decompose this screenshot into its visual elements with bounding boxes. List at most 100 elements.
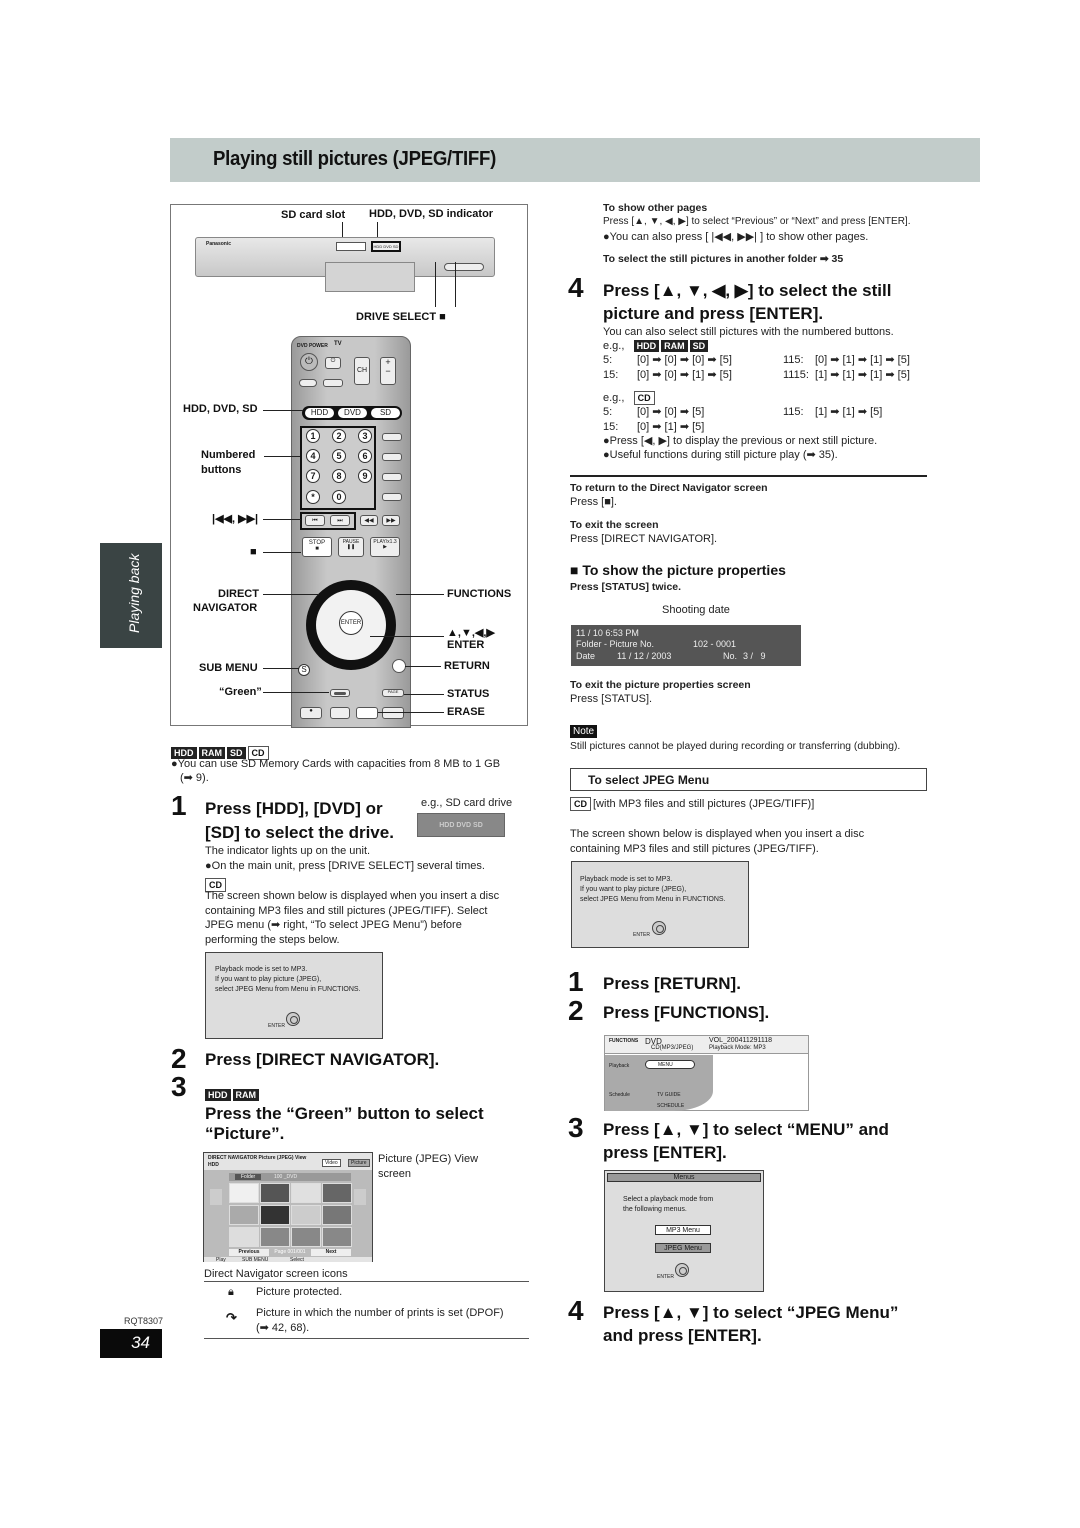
step-title: Press [▲, ▼] to select “JPEG Menu” bbox=[603, 1303, 899, 1322]
mp3-menu-option: MP3 Menu bbox=[655, 1225, 711, 1235]
leader-line bbox=[263, 519, 301, 520]
dpof-icon: ↷ bbox=[226, 1310, 237, 1325]
dn-caption: Picture (JPEG) View bbox=[378, 1153, 479, 1165]
enter-label: ENTER bbox=[657, 1274, 674, 1280]
page-number: 34 bbox=[100, 1329, 162, 1358]
remote-sd-button: SD bbox=[371, 408, 400, 418]
dn-folder-value: 100 _DVD bbox=[274, 1174, 298, 1180]
step-number: 4 bbox=[568, 272, 584, 303]
dn-previous-button: Previous bbox=[229, 1249, 269, 1256]
step-title: Press [RETURN]. bbox=[603, 974, 741, 993]
tag-cd: CD bbox=[570, 797, 591, 811]
thumbnail bbox=[260, 1183, 290, 1203]
label-enter: ENTER bbox=[447, 639, 485, 651]
sd-card-slot bbox=[336, 242, 366, 251]
leader-line bbox=[263, 552, 301, 553]
dn-play-hint: Play bbox=[216, 1257, 226, 1263]
label-direct: DIRECT bbox=[218, 588, 259, 600]
pause-button: PAUSE ❚❚ bbox=[338, 537, 364, 557]
jpeg-menu-heading: To select JPEG Menu bbox=[588, 773, 710, 787]
properties-time: 11 / 10 6:53 PM bbox=[576, 628, 639, 638]
example-value: [1] ➡ [1] ➡ [1] ➡ [5] bbox=[815, 369, 910, 381]
thumbnail bbox=[322, 1205, 352, 1225]
example-value: [0] ➡ [1] ➡ [1] ➡ [5] bbox=[815, 354, 910, 366]
functions-menu-panel: Playback MENU Schedule TV GUIDE SCHEDULE bbox=[605, 1055, 713, 1111]
example-value: [0] ➡ [0] ➡ [1] ➡ [5] bbox=[637, 369, 732, 381]
step-title: picture and press [ENTER]. bbox=[603, 304, 824, 323]
leader-line bbox=[263, 668, 299, 669]
leader-line bbox=[378, 712, 444, 713]
divider bbox=[204, 1281, 529, 1282]
unit-front-panel bbox=[325, 262, 415, 292]
screen-text: Playback mode is set to MP3. bbox=[580, 876, 673, 883]
other-pages-title: To show other pages bbox=[603, 202, 708, 214]
example-row: e.g., HDD RAM SD bbox=[603, 339, 710, 354]
thumbnail bbox=[229, 1205, 259, 1225]
thumbnail-empty bbox=[260, 1227, 290, 1247]
dn-page-indicator: Page 001/001 bbox=[274, 1249, 306, 1255]
step-number: 3 bbox=[171, 1071, 187, 1102]
divider bbox=[204, 1338, 529, 1339]
leader-line bbox=[435, 262, 436, 307]
step-title: Press [▲, ▼] to select “MENU” and bbox=[603, 1120, 889, 1139]
functions-volume: VOL_200411291118 bbox=[709, 1037, 773, 1044]
setup-button bbox=[382, 473, 402, 481]
step-number: 1 bbox=[171, 790, 187, 821]
note-label: Note bbox=[570, 725, 598, 738]
leader-line bbox=[405, 666, 441, 667]
enter-dial-icon bbox=[652, 921, 666, 935]
jpeg-body: containing MP3 files and still pictures … bbox=[570, 843, 819, 855]
jpeg-body: The screen shown below is displayed when… bbox=[570, 828, 865, 840]
dn-select-hint: Select bbox=[290, 1257, 304, 1263]
enter-dial-icon bbox=[675, 1263, 689, 1277]
mp3-mode-screen: Playback mode is set to MP3. If you want… bbox=[205, 952, 383, 1039]
shooting-date-label: Shooting date bbox=[662, 604, 730, 616]
step-number: 1 bbox=[568, 966, 584, 997]
functions-disc: CD(MP3/JPEG) bbox=[651, 1045, 694, 1051]
tag-sd: SD bbox=[689, 340, 709, 352]
cancel-button: * bbox=[306, 490, 320, 504]
example-row: e.g., CD bbox=[603, 391, 657, 406]
step-title: [SD] to select the drive. bbox=[205, 823, 394, 842]
tag-ram: RAM bbox=[232, 1089, 259, 1101]
tag-cd: CD bbox=[633, 391, 655, 405]
step-number: 2 bbox=[568, 995, 584, 1026]
slow-back-button: ◀◀ bbox=[360, 515, 378, 526]
step-number: 3 bbox=[568, 1112, 584, 1143]
example-key: 5: bbox=[603, 406, 613, 418]
label-erase: ERASE bbox=[447, 706, 485, 718]
tag-hdd: HDD bbox=[205, 1089, 231, 1101]
leader-line bbox=[264, 456, 300, 457]
enter-label: ENTER bbox=[268, 1023, 285, 1029]
number-button: 4 bbox=[306, 449, 320, 463]
label-stop: ■ bbox=[250, 546, 257, 558]
screen-text: Playback mode is set to MP3. bbox=[215, 966, 308, 973]
step-title: “Picture”. bbox=[205, 1124, 285, 1143]
remote-hdd-button: HDD bbox=[305, 408, 334, 418]
example-key: 115: bbox=[783, 354, 804, 366]
bullet: ●Useful functions during still picture p… bbox=[603, 449, 838, 461]
label-buttons: buttons bbox=[201, 464, 242, 476]
dn-video-tab: Video bbox=[322, 1159, 341, 1167]
icons-table-title: Direct Navigator screen icons bbox=[204, 1268, 348, 1280]
other-pages-line: ●You can also press [ |◀◀, ▶▶| ] to show… bbox=[603, 231, 869, 243]
properties-date-label: Date bbox=[576, 651, 596, 661]
drive-indicator: HDD DVD SD bbox=[371, 241, 401, 252]
step-title: Press [FUNCTIONS]. bbox=[603, 1003, 770, 1022]
jpeg-menu-heading-box: To select JPEG Menu bbox=[570, 768, 927, 791]
step-body: containing MP3 files and still pictures … bbox=[205, 905, 488, 917]
number-button: 1 bbox=[306, 429, 320, 443]
functions-header: FUNCTIONS DVD CD(MP3/JPEG) VOL_200411291… bbox=[605, 1036, 808, 1054]
icon-description: Picture protected. bbox=[256, 1286, 343, 1298]
rec-button: ● bbox=[300, 707, 322, 719]
cd-note-text: [with MP3 files and still pictures (JPEG… bbox=[593, 798, 815, 810]
step-body: JPEG menu (➡ right, “To select JPEG Menu… bbox=[205, 919, 462, 931]
label-hdd-dvd-sd: HDD, DVD, SD bbox=[183, 403, 258, 415]
jpeg-menu-option: JPEG Menu bbox=[655, 1243, 711, 1253]
other-pages-line: Press [▲, ▼, ◀, ▶] to select “Previous” … bbox=[603, 216, 911, 227]
cd-note: CD [with MP3 files and still pictures (JP… bbox=[570, 797, 814, 812]
properties-title: ■ To show the picture properties bbox=[570, 562, 786, 578]
drive-display-example: HDD DVD SD bbox=[417, 813, 505, 837]
dn-footer: Play SUB MENU Select bbox=[204, 1257, 372, 1263]
other-folder-link[interactable]: To select the still pictures in another … bbox=[603, 252, 843, 267]
